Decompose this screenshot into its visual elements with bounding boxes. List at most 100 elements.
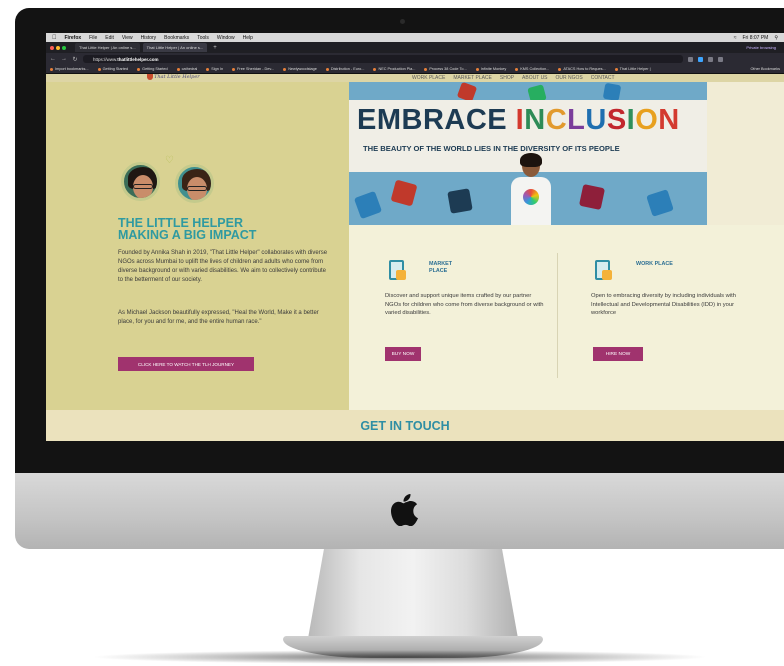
banner-letter: S bbox=[606, 104, 627, 136]
bookmark-item[interactable]: Infinite Monkey bbox=[476, 67, 507, 71]
market-place-icon bbox=[387, 258, 407, 282]
bookmark-item[interactable]: ATACS How to Reques... bbox=[558, 67, 605, 71]
hire-now-button[interactable]: HIRE NOW bbox=[593, 347, 643, 361]
reload-icon[interactable]: ↻ bbox=[72, 56, 78, 63]
wifi-icon[interactable]: ≈ bbox=[734, 35, 737, 41]
banner-letter: I bbox=[515, 104, 525, 136]
close-window-button[interactable] bbox=[50, 45, 54, 50]
url-bar[interactable]: https://www. thatlittlehelper.com bbox=[83, 55, 683, 63]
url-prefix: https://www. bbox=[93, 56, 118, 62]
embrace-inclusion-banner: EMBRACE INCLUSION THE BEAUTY OF THE WORL… bbox=[349, 82, 707, 225]
about-paragraph: Founded by Annika Shah in 2019, "That Li… bbox=[118, 250, 328, 283]
bookmark-item[interactable]: Import bookmarks... bbox=[50, 67, 89, 71]
browser-tab-bar: That Little Helper | An online s... That… bbox=[46, 42, 784, 53]
quote-paragraph: As Michael Jackson beautifully expressed… bbox=[118, 310, 319, 325]
cards-section: MARKET PLACE Discover and support unique… bbox=[349, 225, 784, 410]
nav-contact[interactable]: CONTACT bbox=[591, 75, 615, 81]
menu-edit[interactable]: Edit bbox=[105, 35, 114, 41]
downloads-icon[interactable] bbox=[708, 56, 713, 62]
other-bookmarks[interactable]: Other Bookmarks bbox=[750, 67, 780, 71]
puzzle-piece-icon bbox=[390, 179, 418, 207]
apple-menu-icon[interactable]:  bbox=[52, 35, 57, 41]
site-nav: WORK PLACE MARKET PLACE SHOP ABOUT US OU… bbox=[412, 75, 615, 81]
imac-stand bbox=[307, 549, 519, 644]
puzzle-piece-icon bbox=[353, 190, 383, 220]
nav-work-place[interactable]: WORK PLACE bbox=[412, 75, 445, 81]
founder-avatar bbox=[121, 162, 160, 201]
banner-letter: C bbox=[545, 104, 568, 136]
bookmark-item[interactable]: cathedral bbox=[177, 67, 198, 71]
nav-our-ngos[interactable]: OUR NGOS bbox=[556, 75, 583, 81]
account-icon[interactable] bbox=[698, 56, 703, 62]
banner-letter: O bbox=[635, 104, 659, 136]
bookmark-item[interactable]: Distribution - Euro... bbox=[326, 67, 365, 71]
work-place-icon bbox=[593, 258, 613, 282]
private-browsing-indicator: Private browsing bbox=[746, 45, 776, 50]
bookmark-item[interactable]: Sign In bbox=[206, 67, 223, 71]
work-place-title: WORK PLACE bbox=[636, 261, 673, 267]
bookmark-item[interactable]: Process 38 Code To... bbox=[424, 67, 466, 71]
nav-market-place[interactable]: MARKET PLACE bbox=[453, 75, 492, 81]
screen:  Firefox File Edit View History Bookmar… bbox=[46, 33, 784, 441]
banner-photo-girl bbox=[509, 153, 553, 225]
new-tab-icon[interactable]: + bbox=[213, 45, 217, 51]
about-panel: ♡ THE LITTLE HELPER MAKING A BIG IMPACT … bbox=[46, 82, 349, 410]
browser-tab-active[interactable]: That Little Helper | An online s... bbox=[142, 43, 208, 52]
banner-letter: N bbox=[524, 104, 546, 136]
minimize-window-button[interactable] bbox=[56, 45, 60, 50]
menu-window[interactable]: Window bbox=[217, 35, 235, 41]
window-controls bbox=[50, 45, 66, 50]
site-logo[interactable]: That Little Helper bbox=[154, 74, 200, 80]
market-place-title: MARKET PLACE bbox=[429, 261, 453, 274]
banner-letter: L bbox=[567, 104, 586, 136]
puzzle-piece-icon bbox=[602, 82, 622, 102]
puzzle-piece-icon bbox=[447, 188, 473, 214]
bookmark-item[interactable]: Free Sheridan - Dev... bbox=[232, 67, 274, 71]
floor-shadow bbox=[90, 650, 710, 664]
menubar-clock[interactable]: Fri 8:07 PM bbox=[742, 35, 768, 41]
url-domain: thatlittlehelper.com bbox=[117, 56, 159, 62]
bookmark-item[interactable]: Getting Started bbox=[98, 67, 129, 71]
bookmark-item[interactable]: NEC Production Pla... bbox=[373, 67, 415, 71]
menu-hamburger-icon[interactable] bbox=[718, 56, 723, 62]
menu-tools[interactable]: Tools bbox=[197, 35, 209, 41]
nav-shop[interactable]: SHOP bbox=[500, 75, 514, 81]
bookmark-item[interactable]: Getting Started bbox=[137, 67, 168, 71]
menu-view[interactable]: View bbox=[122, 35, 133, 41]
nav-about-us[interactable]: ABOUT US bbox=[522, 75, 547, 81]
puzzle-piece-icon bbox=[578, 183, 606, 211]
bookmark-item[interactable]: KMS Collection... bbox=[515, 67, 549, 71]
work-place-description: Open to embracing diversity by including… bbox=[591, 293, 736, 317]
helper-avatar bbox=[175, 164, 214, 203]
watch-journey-button[interactable]: CLICK HERE TO WATCH THE TLH JOURNEY bbox=[118, 357, 254, 371]
extension-icon[interactable] bbox=[688, 56, 693, 62]
zoom-window-button[interactable] bbox=[62, 45, 66, 50]
bookmark-item[interactable]: Newlywoodstage bbox=[283, 67, 317, 71]
mac-menu-bar:  Firefox File Edit View History Bookmar… bbox=[46, 33, 784, 42]
browser-tab[interactable]: That Little Helper | An online s... bbox=[75, 43, 140, 52]
back-arrow-icon[interactable]: ← bbox=[50, 56, 56, 62]
market-place-description: Discover and support unique items crafte… bbox=[385, 293, 544, 317]
menu-file[interactable]: File bbox=[89, 35, 97, 41]
menu-firefox[interactable]: Firefox bbox=[65, 35, 82, 41]
search-icon[interactable]: ⚲ bbox=[774, 35, 778, 41]
site-header: That Little Helper WORK PLACE MARKET PLA… bbox=[46, 74, 784, 82]
get-in-touch-heading: GET IN TOUCH bbox=[360, 419, 450, 433]
banner-letter: N bbox=[658, 104, 680, 136]
cards-divider bbox=[557, 253, 558, 378]
heart-icon: ♡ bbox=[165, 155, 174, 166]
menu-history[interactable]: History bbox=[141, 35, 157, 41]
buy-now-button[interactable]: BUY NOW bbox=[385, 347, 421, 361]
website: That Little Helper WORK PLACE MARKET PLA… bbox=[46, 74, 784, 441]
logo-mark-icon[interactable] bbox=[147, 74, 153, 80]
banner-subtitle: THE BEAUTY OF THE WORLD LIES IN THE DIVE… bbox=[363, 144, 620, 153]
browser-toolbar: ← → ↻ https://www. thatlittlehelper.com bbox=[46, 53, 784, 65]
bookmark-item[interactable]: That Little Helper | bbox=[615, 67, 651, 71]
camera-dot bbox=[400, 19, 405, 24]
menu-help[interactable]: Help bbox=[243, 35, 253, 41]
contact-section: GET IN TOUCH bbox=[46, 410, 784, 441]
forward-arrow-icon[interactable]: → bbox=[61, 56, 67, 62]
menu-bookmarks[interactable]: Bookmarks bbox=[164, 35, 189, 41]
bookmarks-bar: Import bookmarks... Getting Started Gett… bbox=[46, 65, 784, 74]
puzzle-piece-icon bbox=[646, 189, 674, 217]
